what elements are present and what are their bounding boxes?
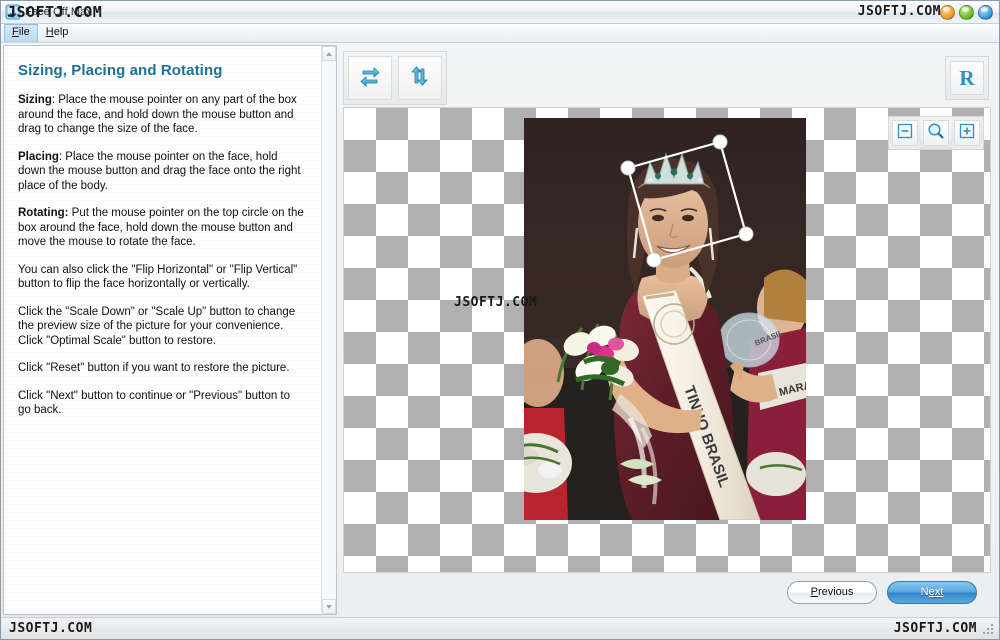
plus-icon (959, 123, 975, 144)
help-panel: Sizing, Placing and Rotating Sizing: Pla… (3, 45, 337, 615)
minimize-button[interactable] (940, 4, 955, 20)
help-lead-rotating: Rotating: (18, 207, 69, 219)
face-off-max-window: Face Off Max JSOFTJ.COM JSOFTJ.COM File … (0, 0, 1000, 640)
menu-file-mnemonic: F (12, 26, 19, 38)
menu-item-help[interactable]: Help (38, 24, 77, 42)
scroll-up-arrow-icon[interactable] (322, 46, 336, 61)
help-paragraph-placing: Placing: Place the mouse pointer on the … (18, 150, 305, 194)
previous-button[interactable]: Previous (787, 580, 877, 604)
reset-icon: R (959, 65, 975, 90)
watermark-title-right: JSOFTJ.COM (857, 4, 941, 19)
minus-icon (897, 123, 913, 144)
pageant-photo[interactable]: MARANHAO BRASIL TINHO BRASIL (524, 118, 806, 520)
help-text-reset: Click "Reset" button if you want to rest… (18, 362, 290, 374)
reset-tool-group: R (945, 56, 989, 100)
editor-toolbar: R (343, 49, 991, 107)
image-canvas[interactable]: JSOFTJ.COM MARANHAO BRASIL TINHO BRASIL (343, 107, 991, 573)
scale-up-button[interactable] (954, 120, 980, 146)
menu-file-rest: ile (18, 26, 30, 38)
help-paragraph-flip: You can also click the "Flip Horizontal"… (18, 263, 305, 292)
resize-grip-icon[interactable] (981, 622, 995, 636)
help-paragraph-navigation: Click "Next" button to continue or "Prev… (18, 389, 305, 418)
help-title: Sizing, Placing and Rotating (18, 62, 223, 79)
scroll-down-arrow-icon[interactable] (322, 599, 336, 614)
help-content: Sizing, Placing and Rotating Sizing: Pla… (4, 46, 321, 614)
help-text-sizing: Place the mouse pointer on any part of t… (18, 94, 297, 135)
help-text-scale: Click the "Scale Down" or "Scale Up" but… (18, 305, 296, 347)
reset-button[interactable]: R (950, 61, 984, 95)
help-paragraph-sizing: Sizing: Place the mouse pointer on any p… (18, 93, 305, 137)
title-bar: Face Off Max JSOFTJ.COM JSOFTJ.COM (1, 1, 999, 24)
scale-down-button[interactable] (892, 120, 918, 146)
flip-horizontal-icon (357, 63, 383, 94)
help-lead-sizing: Sizing (18, 94, 52, 106)
menu-item-file[interactable]: File (4, 24, 38, 42)
help-text-flip: You can also click the "Flip Horizontal"… (18, 263, 298, 291)
help-paragraph-rotating: Rotating: Put the mouse pointer on the t… (18, 206, 305, 250)
window-title: Face Off Max (25, 6, 93, 18)
menu-help-rest: elp (53, 26, 69, 38)
flip-horizontal-button[interactable] (348, 56, 392, 100)
app-icon (5, 4, 21, 20)
window-controls (940, 4, 993, 20)
watermark-status-left: JSOFTJ.COM (9, 621, 93, 636)
optimal-scale-button[interactable] (923, 120, 949, 146)
next-mnemonic: ext (928, 586, 944, 598)
scroll-down-glyph (326, 604, 332, 609)
scrollbar-track[interactable] (322, 61, 336, 599)
maximize-button[interactable] (959, 4, 974, 20)
flip-vertical-icon (407, 63, 433, 94)
flip-tool-group (343, 51, 447, 105)
previous-mnemonic: P (810, 586, 818, 598)
help-paragraph-scale: Click the "Scale Down" or "Scale Up" but… (18, 305, 305, 349)
editor-panel: R JSOFTJ.COM MARANHAO BRASIL TINHO BRASI… (337, 43, 999, 617)
previous-label-rest: revious (817, 586, 854, 598)
help-paragraph-reset: Click "Reset" button if you want to rest… (18, 361, 305, 376)
close-button[interactable] (978, 4, 993, 20)
watermark-status-right: JSOFTJ.COM (893, 621, 977, 636)
help-lead-placing: Placing (18, 150, 59, 163)
zoom-controls (888, 116, 984, 150)
menu-bar: File Help (1, 24, 999, 43)
main-body: Sizing, Placing and Rotating Sizing: Pla… (1, 43, 999, 617)
wizard-navigation: Previous Next (343, 573, 991, 611)
next-button[interactable]: Next (887, 580, 977, 604)
scroll-up-glyph (326, 51, 332, 56)
flip-vertical-button[interactable] (398, 56, 442, 100)
help-scrollbar[interactable] (321, 46, 336, 614)
status-bar: JSOFTJ.COM JSOFTJ.COM (1, 617, 999, 639)
help-text-navigation: Click "Next" button to continue or "Prev… (18, 389, 291, 417)
menu-help-mnemonic: H (45, 26, 54, 38)
next-label-pre: N (920, 586, 929, 598)
magnifier-icon (927, 122, 945, 145)
